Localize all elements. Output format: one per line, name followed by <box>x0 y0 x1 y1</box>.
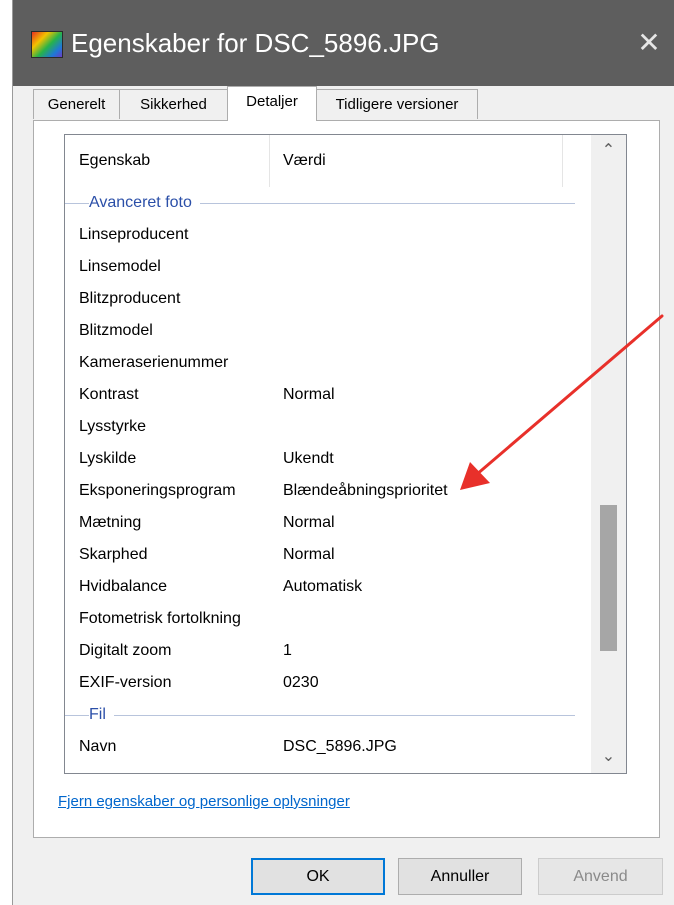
property-key: Blitzproducent <box>79 290 181 307</box>
property-row[interactable]: Digitalt zoom 1 <box>65 635 591 667</box>
property-value: Normal <box>283 386 335 403</box>
tab-generelt[interactable]: Generelt <box>33 89 120 119</box>
property-row[interactable]: EXIF-version 0230 <box>65 667 591 699</box>
property-key: Skarphed <box>79 546 148 563</box>
property-key: Navn <box>79 738 117 755</box>
vertical-scrollbar[interactable]: ⌃ ⌄ <box>591 135 626 773</box>
close-button[interactable]: ✕ <box>629 26 669 62</box>
apply-button[interactable]: Anvend <box>538 858 663 895</box>
scroll-thumb[interactable] <box>600 505 617 651</box>
property-value: Normal <box>283 546 335 563</box>
tab-detaljer[interactable]: Detaljer <box>227 86 317 121</box>
photo-app-icon <box>31 31 63 58</box>
property-key: Blitzmodel <box>79 322 153 339</box>
cancel-button[interactable]: Annuller <box>398 858 522 895</box>
ok-button[interactable]: OK <box>251 858 385 895</box>
property-value: 0230 <box>283 674 319 691</box>
group-divider-line <box>65 715 575 716</box>
property-row[interactable]: Fotometrisk fortolkning <box>65 603 591 635</box>
scroll-down-arrow-icon[interactable]: ⌄ <box>591 741 626 773</box>
property-value: Blændeåbningsprioritet <box>283 482 448 499</box>
property-row[interactable]: Lyskilde Ukendt <box>65 443 591 475</box>
list-header: Egenskab Værdi <box>65 135 591 187</box>
scroll-up-arrow-icon[interactable]: ⌃ <box>591 135 626 167</box>
property-key: Mætning <box>79 514 142 531</box>
property-row[interactable]: Linseproducent <box>65 219 591 251</box>
property-key: Linseproducent <box>79 226 189 243</box>
group-header-file[interactable]: Fil <box>65 699 591 731</box>
property-row[interactable]: Navn DSC_5896.JPG <box>65 731 591 763</box>
property-key: Kontrast <box>79 386 139 403</box>
property-row[interactable]: Hvidbalance Automatisk <box>65 571 591 603</box>
property-value: Normal <box>283 514 335 531</box>
property-row[interactable]: Blitzmodel <box>65 315 591 347</box>
property-key: Lyskilde <box>79 450 137 467</box>
property-key: Fotometrisk fortolkning <box>79 610 241 627</box>
window-title: Egenskaber for DSC_5896.JPG <box>71 28 440 58</box>
property-value: Ukendt <box>283 450 334 467</box>
property-row[interactable]: Skarphed Normal <box>65 539 591 571</box>
property-row[interactable]: Kameraserienummer <box>65 347 591 379</box>
properties-list[interactable]: Egenskab Værdi Avanceret foto Linseprodu… <box>64 134 627 774</box>
property-row[interactable]: Linsemodel <box>65 251 591 283</box>
properties-dialog: Egenskaber for DSC_5896.JPG ✕ Generelt S… <box>12 0 674 905</box>
column-divider[interactable] <box>562 135 563 187</box>
column-header-value[interactable]: Værdi <box>283 135 326 187</box>
column-header-property[interactable]: Egenskab <box>79 135 150 187</box>
property-key: Digitalt zoom <box>79 642 172 659</box>
property-key: Eksponeringsprogram <box>79 482 236 499</box>
property-value: DSC_5896.JPG <box>283 738 397 755</box>
title-bar[interactable]: Egenskaber for DSC_5896.JPG ✕ <box>13 0 674 86</box>
property-key: Hvidbalance <box>79 578 168 595</box>
property-row[interactable]: Eksponeringsprogram Blændeåbningspriorite… <box>65 475 591 507</box>
tab-tidligere-versioner[interactable]: Tidligere versioner <box>316 89 478 119</box>
property-value: 1 <box>283 642 292 659</box>
column-divider[interactable] <box>269 135 270 187</box>
property-row[interactable]: Kontrast Normal <box>65 379 591 411</box>
list-rows: Avanceret foto Linseproducent Linsemodel… <box>65 187 591 763</box>
property-key: Kameraserienummer <box>79 354 229 371</box>
property-key: Linsemodel <box>79 258 161 275</box>
group-header-advanced-photo[interactable]: Avanceret foto <box>65 187 591 219</box>
property-value: Automatisk <box>283 578 363 595</box>
property-row[interactable]: Lysstyrke <box>65 411 591 443</box>
property-key: Lysstyrke <box>79 418 146 435</box>
property-row[interactable]: Mætning Normal <box>65 507 591 539</box>
property-row[interactable]: Blitzproducent <box>65 283 591 315</box>
remove-properties-link[interactable]: Fjern egenskaber og personlige oplysning… <box>58 793 350 810</box>
group-title: Avanceret foto <box>89 187 200 219</box>
property-key: EXIF-version <box>79 674 172 691</box>
group-title: Fil <box>89 699 114 731</box>
tab-sikkerhed[interactable]: Sikkerhed <box>119 89 228 119</box>
details-panel: Egenskab Værdi Avanceret foto Linseprodu… <box>33 120 660 838</box>
